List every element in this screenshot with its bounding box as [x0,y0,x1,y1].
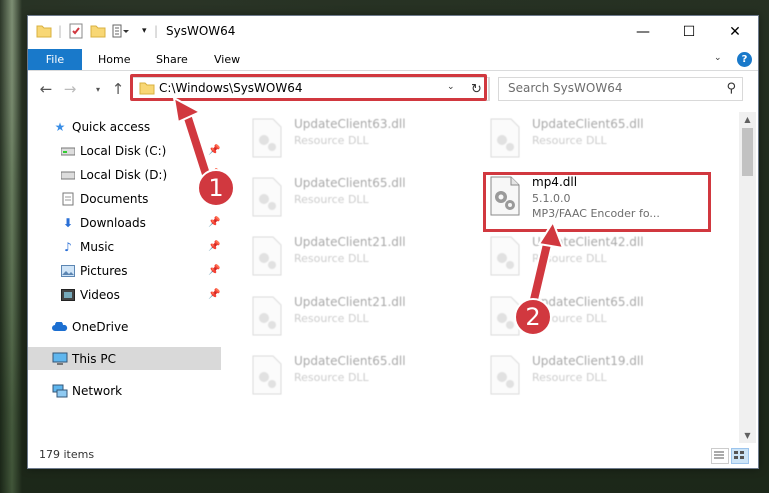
callout-1: 1 [197,169,235,207]
arrow-2 [526,219,565,314]
callout-2: 2 [514,298,552,336]
annotation-arrows [172,96,565,314]
